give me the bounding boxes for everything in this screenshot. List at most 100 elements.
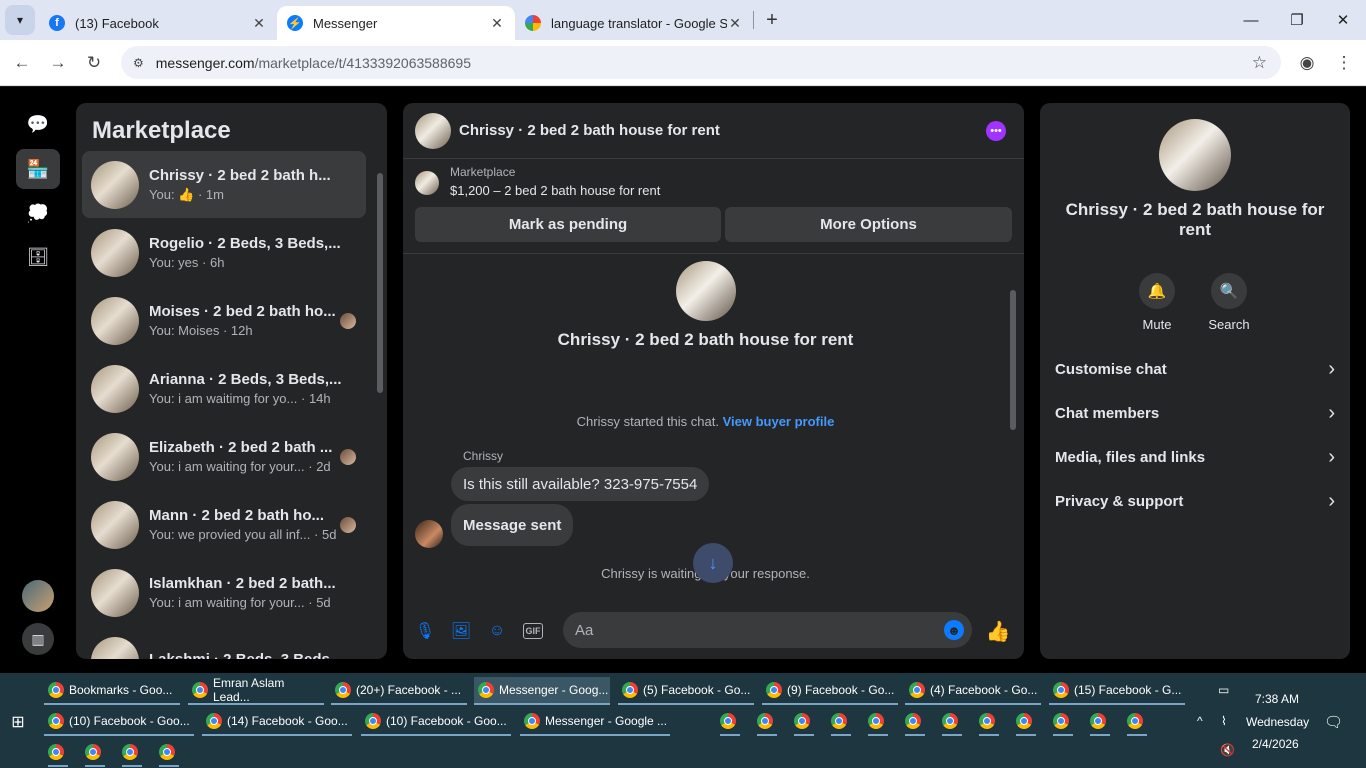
conversation-item[interactable]: Rogelio · 2 Beds, 3 Beds,... You: yes · 6… <box>82 219 366 286</box>
conversation-item[interactable]: Islamkhan · 2 bed 2 bath... You: i am wai… <box>82 559 366 626</box>
more-options-icon[interactable]: ••• <box>986 120 1006 141</box>
scrollbar[interactable] <box>377 173 383 393</box>
taskbar-window[interactable]: (15) Facebook - G... <box>1049 677 1185 705</box>
conversation-item[interactable]: Lakshmi · 2 Beds, 3 Beds... <box>82 627 366 659</box>
view-buyer-profile-link[interactable]: View buyer profile <box>723 414 835 429</box>
sticker-icon[interactable]: ☺ <box>487 621 507 641</box>
taskbar-chrome-window[interactable] <box>719 708 740 736</box>
bookmark-star-icon[interactable]: ☆ <box>1252 53 1267 73</box>
taskbar-window[interactable]: Bookmarks - Goo... <box>44 677 180 705</box>
forward-button[interactable]: → <box>40 45 76 81</box>
taskbar-chrome-window[interactable] <box>867 708 888 736</box>
taskbar-chrome-window[interactable] <box>978 708 999 736</box>
clock-day[interactable]: Wednesday <box>1246 715 1309 729</box>
menu-icon[interactable]: ⋮ <box>1326 45 1362 81</box>
conversation-name: Arianna · 2 Beds, 3 Beds,... <box>149 371 342 388</box>
info-avatar[interactable] <box>1159 119 1231 191</box>
mute-volume-icon[interactable]: 🔇 <box>1220 743 1235 757</box>
close-tab-icon[interactable]: ✕ <box>489 15 505 32</box>
mute-button[interactable]: 🔔 Mute <box>1127 273 1187 332</box>
new-tab-button[interactable]: + <box>758 6 786 34</box>
tab-search-button[interactable]: ▾ <box>5 5 35 35</box>
taskbar-window[interactable]: (20+) Facebook - ... <box>331 677 467 705</box>
clock-time[interactable]: 7:38 AM <box>1255 692 1299 706</box>
microphone-icon[interactable]: 🎙 <box>415 621 435 641</box>
chat-avatar[interactable] <box>415 112 451 149</box>
taskbar-chrome-window[interactable] <box>756 708 777 736</box>
url-domain: messenger.com <box>155 54 255 71</box>
taskbar-chrome-window[interactable] <box>121 739 142 767</box>
reload-button[interactable]: ↻ <box>76 45 112 81</box>
show-hidden-icons[interactable]: ^ <box>1197 714 1203 728</box>
sender-avatar[interactable] <box>415 520 443 548</box>
media-files-links-row[interactable]: Media, files and links › <box>1055 442 1335 472</box>
mark-as-pending-button[interactable]: Mark as pending <box>415 207 721 242</box>
wifi-icon[interactable]: ⌇ <box>1221 714 1227 728</box>
taskbar-window[interactable]: (14) Facebook - Goo... <box>202 708 352 736</box>
marketplace-icon[interactable]: 🏪 <box>16 149 60 189</box>
privacy-support-row[interactable]: Privacy & support › <box>1055 486 1335 516</box>
thumbs-up-icon[interactable]: 👍 <box>986 621 1011 643</box>
profile-icon[interactable]: ◉ <box>1289 45 1325 81</box>
taskbar-window[interactable]: (9) Facebook - Go... <box>762 677 898 705</box>
taskbar-chrome-window[interactable] <box>158 739 179 767</box>
customise-chat-row[interactable]: Customise chat › <box>1055 354 1335 384</box>
emoji-icon[interactable]: ☻ <box>944 620 964 640</box>
taskbar-window[interactable]: Messenger - Goog... <box>474 677 610 705</box>
address-bar[interactable]: ⚙ messenger.com/marketplace/t/4133392063… <box>121 46 1281 79</box>
message-input[interactable]: Aa ☻ <box>563 612 972 648</box>
taskbar-chrome-window[interactable] <box>1015 708 1036 736</box>
image-icon[interactable]: 🖼 <box>451 621 471 641</box>
conversation-item[interactable]: Mann · 2 bed 2 bath ho... You: we provied… <box>82 491 366 558</box>
taskbar-chrome-window[interactable] <box>47 739 68 767</box>
scroll-down-icon[interactable]: ↓ <box>693 543 733 583</box>
taskbar-chrome-window[interactable] <box>904 708 925 736</box>
taskbar-chrome-window[interactable] <box>84 739 105 767</box>
tab-facebook[interactable]: f (13) Facebook ✕ <box>39 6 277 40</box>
listing-thumbnail[interactable] <box>415 171 439 195</box>
taskbar-window[interactable]: Emran Aslam Lead... <box>188 676 324 705</box>
taskbar-chrome-window[interactable] <box>941 708 962 736</box>
chats-icon[interactable]: 💬 <box>16 104 60 144</box>
tab-google[interactable]: language translator - Google Se ✕ <box>515 6 753 40</box>
taskbar-chrome-window[interactable] <box>1126 708 1147 736</box>
conversation-item[interactable]: Arianna · 2 Beds, 3 Beds,... You: i am wa… <box>82 355 366 422</box>
taskbar-chrome-window[interactable] <box>1089 708 1110 736</box>
archive-icon[interactable]: 🗄 <box>16 237 60 277</box>
chat-members-row[interactable]: Chat members › <box>1055 398 1335 428</box>
close-tab-icon[interactable]: ✕ <box>727 15 743 32</box>
collapse-sidebar-icon[interactable]: ▥ <box>22 623 54 655</box>
conversation-item[interactable]: Chrissy · 2 bed 2 bath h... You: 👍 · 1m <box>82 151 366 218</box>
taskbar-chrome-window[interactable] <box>793 708 814 736</box>
message-requests-icon[interactable]: 💭 <box>16 193 60 233</box>
windows-start-icon[interactable]: ⊞ <box>4 710 32 734</box>
tab-messenger[interactable]: ⚡ Messenger ✕ <box>277 6 515 40</box>
notifications-icon[interactable]: 🗨 <box>1324 713 1343 731</box>
taskbar-chrome-window[interactable] <box>830 708 851 736</box>
taskbar-window[interactable]: (10) Facebook - Goo... <box>361 708 511 736</box>
conversation-item[interactable]: Elizabeth · 2 bed 2 bath ... You: i am wa… <box>82 423 366 490</box>
message-bubble[interactable]: Is this still available? 323-975-7554 <box>451 467 710 501</box>
close-window-button[interactable]: ✕ <box>1320 0 1366 40</box>
gif-icon[interactable]: GIF <box>523 623 543 639</box>
chat-title[interactable]: Chrissy · 2 bed 2 bath house for rent <box>459 122 720 139</box>
more-options-button[interactable]: More Options <box>725 207 1012 242</box>
taskbar-window[interactable]: (4) Facebook - Go... <box>905 677 1041 705</box>
taskbar-window[interactable]: (5) Facebook - Go... <box>618 677 754 705</box>
site-info-icon[interactable]: ⚙ <box>133 56 144 70</box>
user-avatar[interactable] <box>22 580 54 612</box>
restore-button[interactable]: ❐ <box>1274 0 1320 40</box>
clock-date[interactable]: 2/4/2026 <box>1252 737 1299 751</box>
search-button[interactable]: 🔍 Search <box>1199 273 1259 332</box>
taskbar-window[interactable]: (10) Facebook - Goo... <box>44 708 194 736</box>
listing-title[interactable]: $1,200 – 2 bed 2 bath house for rent <box>450 183 660 198</box>
conversation-item[interactable]: Moises · 2 bed 2 bath ho... You: Moises ·… <box>82 287 366 354</box>
close-tab-icon[interactable]: ✕ <box>251 15 267 32</box>
taskbar-window[interactable]: Messenger - Google ... <box>520 708 670 736</box>
minimize-button[interactable]: — <box>1228 0 1274 40</box>
message-bubble[interactable]: Message sent <box>451 504 574 546</box>
taskbar-chrome-window[interactable] <box>1052 708 1073 736</box>
back-button[interactable]: ← <box>4 45 40 81</box>
battery-icon[interactable]: ▭ <box>1218 683 1229 697</box>
scrollbar[interactable] <box>1010 290 1016 430</box>
